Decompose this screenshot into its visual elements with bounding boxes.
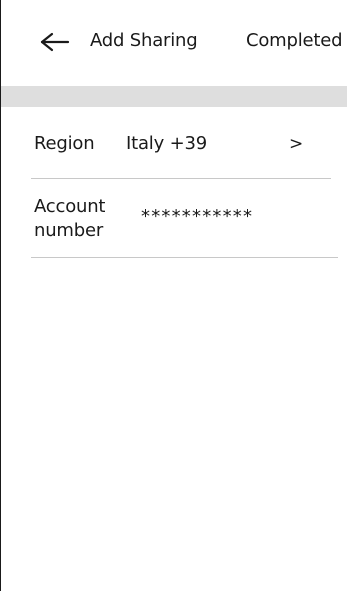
arrow-left-icon bbox=[40, 32, 70, 52]
account-number-label: Account number bbox=[34, 196, 106, 241]
account-row: Account number *********** bbox=[0, 179, 347, 257]
region-label: Region bbox=[34, 133, 95, 154]
account-number-field[interactable]: *********** bbox=[141, 206, 253, 228]
completed-button[interactable]: Completed bbox=[246, 29, 343, 53]
chevron-right-icon: > bbox=[289, 134, 304, 154]
section-separator bbox=[1, 86, 347, 107]
region-row[interactable]: Region Italy +39 > bbox=[0, 107, 347, 178]
back-button[interactable] bbox=[38, 27, 70, 57]
region-value: Italy +39 bbox=[126, 133, 207, 154]
divider bbox=[31, 257, 338, 258]
top-bar: Add Sharing Completed bbox=[0, 0, 347, 86]
page-title: Add Sharing bbox=[90, 30, 198, 51]
